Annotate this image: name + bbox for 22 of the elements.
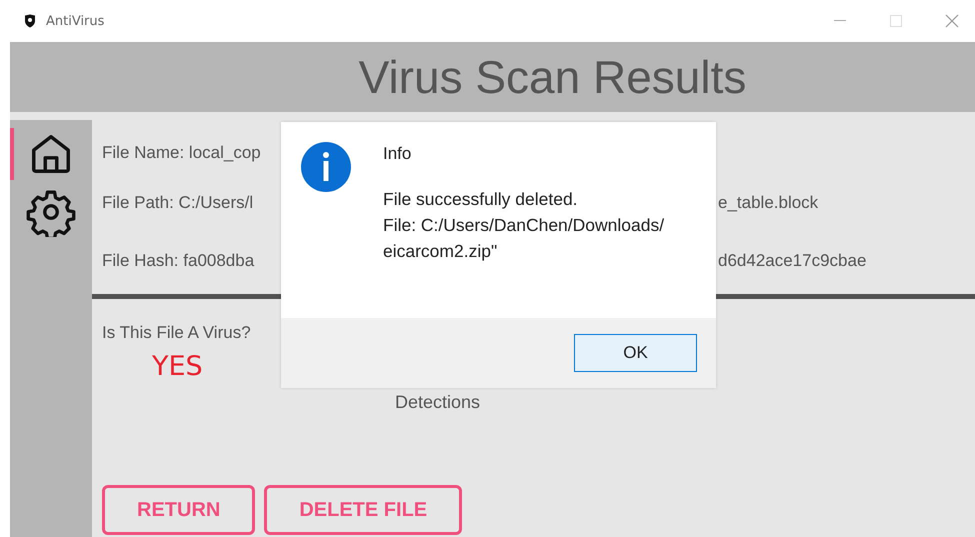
- minimize-icon[interactable]: [834, 20, 846, 22]
- dialog-message: File successfully deleted.: [383, 188, 579, 211]
- detections-label: Detections: [395, 392, 480, 413]
- close-icon[interactable]: [945, 14, 959, 28]
- delete-file-button[interactable]: DELETE FILE: [264, 485, 462, 535]
- page-title: Virus Scan Results: [358, 50, 746, 104]
- virus-verdict: YES: [152, 351, 203, 382]
- file-info-text: File Hash: fa008dba: [102, 251, 254, 271]
- file-info-text: File Name: local_cop: [102, 143, 261, 163]
- file-info-text: File Path: C:/Users/l: [102, 193, 254, 213]
- info-icon: [301, 142, 351, 192]
- virus-question: Is This File A Virus?: [102, 323, 251, 343]
- return-button[interactable]: RETURN: [102, 485, 256, 535]
- selection-indicator: [10, 128, 14, 180]
- dialog-message: eicarcom2.zip": [383, 240, 498, 263]
- shield-icon: [24, 14, 36, 28]
- file-info-text: d6d42ace17c9cbae: [718, 251, 866, 271]
- dialog-title: Info: [383, 144, 412, 164]
- ok-button[interactable]: OK: [574, 334, 697, 372]
- file-info-text: e_table.block: [718, 193, 818, 213]
- window-title: AntiVirus: [46, 14, 106, 28]
- dialog-message: File: C:/Users/DanChen/Downloads/: [383, 214, 664, 237]
